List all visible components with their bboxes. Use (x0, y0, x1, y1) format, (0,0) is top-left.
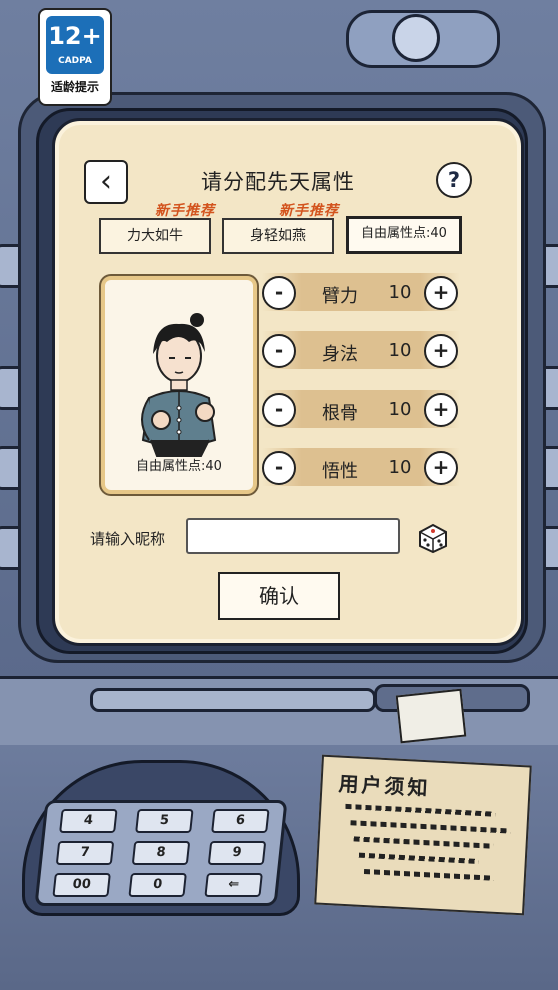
keypad: 4 5 6 7 8 9 00 0 ⇐ (34, 800, 288, 906)
notice-scribble (358, 852, 479, 864)
stat-name: 根骨 (322, 403, 358, 424)
decrease-constitution-button[interactable]: - (262, 393, 296, 427)
recommend-tag: 新手推荐 (155, 203, 215, 219)
chevron-left-icon: ‹ (100, 164, 112, 199)
keypad-key[interactable]: 00 (52, 873, 111, 897)
back-button[interactable]: ‹ (84, 160, 128, 204)
stat-value: 10 (388, 282, 412, 303)
notice-scribble (353, 836, 494, 849)
camera-lens-icon (392, 14, 440, 62)
notice-scribble (345, 803, 496, 817)
portrait-free-points-label: 自由属性点:40 (136, 459, 222, 474)
increase-strength-button[interactable]: + (424, 276, 458, 310)
inserted-card-icon (395, 688, 467, 744)
keypad-key[interactable]: 6 (211, 809, 270, 833)
confirm-button[interactable]: 确认 (218, 572, 340, 620)
keypad-key[interactable]: 0 (128, 873, 187, 897)
preset-agility-button[interactable]: 身轻如燕 (222, 218, 334, 254)
keypad-key[interactable]: 9 (207, 841, 267, 865)
age-rating-badge: 12+ CADPA 适龄提示 (38, 8, 112, 106)
age-rating-number: 12+ (48, 22, 102, 50)
stat-name: 臂力 (322, 286, 358, 307)
keypad-key[interactable]: ⇐ (204, 873, 263, 897)
random-dice-icon[interactable] (416, 520, 450, 554)
decrease-comprehension-button[interactable]: - (262, 451, 296, 485)
user-notice-paper[interactable]: 用户须知 (314, 754, 532, 916)
stat-name: 悟性 (322, 461, 358, 482)
recommend-tag: 新手推荐 (279, 203, 339, 219)
help-button[interactable]: ? (436, 162, 472, 198)
notice-title: 用户须知 (337, 771, 432, 801)
increase-constitution-button[interactable]: + (424, 393, 458, 427)
increase-agility-button[interactable]: + (424, 334, 458, 368)
cash-slot (90, 688, 376, 712)
notice-scribble (363, 868, 494, 881)
stat-value: 10 (388, 457, 412, 478)
age-rating-tip: 适龄提示 (50, 80, 99, 94)
increase-comprehension-button[interactable]: + (424, 451, 458, 485)
stat-value: 10 (388, 340, 412, 361)
keypad-key[interactable]: 8 (131, 841, 191, 865)
notice-scribble (350, 820, 511, 834)
keypad-key[interactable]: 7 (55, 841, 115, 865)
keypad-key[interactable]: 4 (59, 809, 118, 833)
nickname-label: 请输入昵称 (90, 530, 166, 548)
age-rating-org: CADPA (58, 56, 92, 66)
keypad-key[interactable]: 5 (135, 809, 194, 833)
stat-name: 身法 (322, 344, 358, 365)
decrease-strength-button[interactable]: - (262, 276, 296, 310)
page-title: 请分配先天属性 (201, 170, 355, 194)
decrease-agility-button[interactable]: - (262, 334, 296, 368)
preset-strength-button[interactable]: 力大如牛 (99, 218, 211, 254)
preset-free-points-button[interactable]: 自由属性点:40 (346, 216, 462, 254)
nickname-input[interactable] (186, 518, 400, 554)
stat-value: 10 (388, 399, 412, 420)
